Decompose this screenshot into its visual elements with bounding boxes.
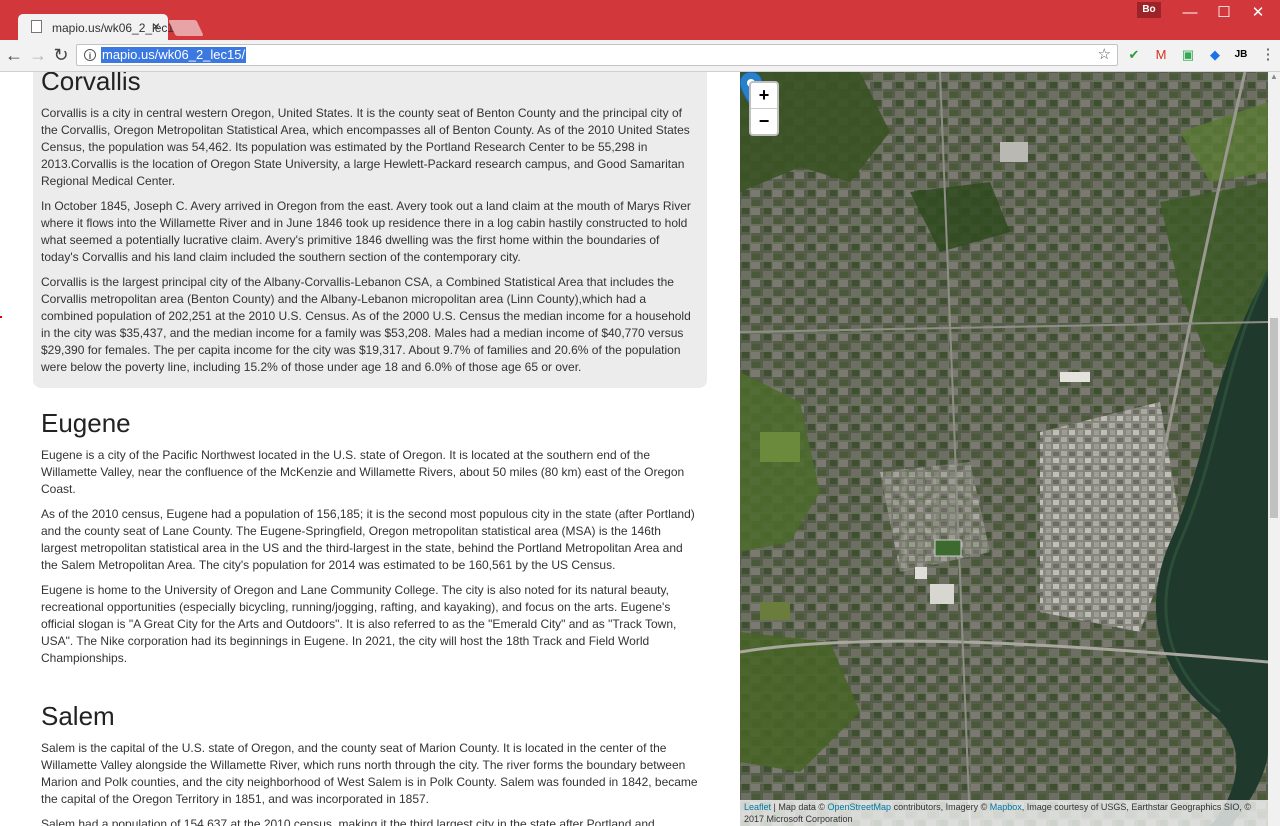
gmail-extension-icon[interactable]: M: [1153, 47, 1169, 63]
paragraph: Corvallis is a city in central western O…: [41, 106, 690, 188]
page-content: Corvallis Corvallis is a city in central…: [0, 72, 740, 826]
satellite-imagery: [740, 72, 1268, 826]
paragraph: Salem is the capital of the U.S. state o…: [41, 741, 698, 806]
section-title: Eugene: [41, 408, 131, 438]
back-arrow-icon[interactable]: ←: [3, 44, 25, 66]
browser-menu-icon[interactable]: ⋮: [1260, 47, 1276, 63]
bookmark-star-icon[interactable]: ☆: [1098, 45, 1111, 63]
edge-marker: [0, 316, 2, 318]
section-corvallis[interactable]: Corvallis Corvallis is a city in central…: [33, 72, 707, 388]
forward-arrow-icon[interactable]: →: [27, 44, 49, 66]
blue-extension-icon[interactable]: ◆: [1207, 47, 1223, 63]
paragraph: Salem had a population of 154,637 at the…: [41, 817, 655, 826]
paragraph: As of the 2010 census, Eugene had a popu…: [41, 507, 695, 572]
checkmark-extension-icon[interactable]: ✔: [1126, 47, 1142, 63]
page-favicon-icon: [31, 20, 42, 33]
paragraph: Corvallis is the largest principal city …: [41, 275, 691, 374]
openstreetmap-link[interactable]: OpenStreetMap: [828, 802, 892, 812]
browser-toolbar: ← → ↻ i mapio.us/wk06_2_lec15/ ☆: [0, 40, 1280, 72]
address-bar[interactable]: i mapio.us/wk06_2_lec15/ ☆: [76, 44, 1118, 66]
attribution-text: contributors, Imagery ©: [891, 802, 990, 812]
browser-title-bar: mapio.us/wk06_2_lec15/ × Bo — ☐ ✕: [0, 0, 1280, 40]
satellite-map[interactable]: + − Leaflet | Map data © OpenStreetMap c…: [740, 72, 1268, 826]
paragraph: Eugene is home to the University of Oreg…: [41, 583, 677, 665]
leaflet-link[interactable]: Leaflet: [744, 802, 771, 812]
zoom-control: + −: [749, 81, 779, 136]
browser-tab[interactable]: mapio.us/wk06_2_lec15/ ×: [18, 14, 184, 40]
attribution-text: | Map data ©: [771, 802, 828, 812]
section-eugene[interactable]: Eugene Eugene is a city of the Pacific N…: [33, 408, 707, 675]
section-title: Corvallis: [41, 72, 141, 96]
paragraph: Eugene is a city of the Pacific Northwes…: [41, 448, 685, 496]
tab-title: mapio.us/wk06_2_lec15/: [52, 21, 185, 35]
map-attribution: Leaflet | Map data © OpenStreetMap contr…: [740, 800, 1268, 826]
paragraph: In October 1845, Joseph C. Avery arrived…: [41, 199, 691, 264]
section-title: Salem: [41, 701, 115, 731]
profile-badge[interactable]: Bo: [1137, 2, 1161, 18]
zoom-out-button[interactable]: −: [751, 109, 777, 134]
zoom-in-button[interactable]: +: [751, 83, 777, 109]
tab-close-icon[interactable]: ×: [152, 18, 160, 34]
url-text[interactable]: mapio.us/wk06_2_lec15/: [101, 47, 247, 63]
mapbox-link[interactable]: Mapbox: [990, 802, 1022, 812]
close-window-button[interactable]: ✕: [1236, 2, 1280, 24]
reload-icon[interactable]: ↻: [50, 44, 72, 66]
page-scrollbar[interactable]: ▲: [1268, 72, 1280, 826]
green-extension-icon[interactable]: ▣: [1180, 47, 1196, 63]
section-salem[interactable]: Salem Salem is the capital of the U.S. s…: [33, 701, 707, 826]
site-info-icon[interactable]: i: [84, 49, 96, 61]
scrollbar-thumb[interactable]: [1270, 318, 1278, 518]
jb-extension-icon[interactable]: JB: [1233, 47, 1249, 63]
scroll-up-arrow-icon[interactable]: ▲: [1270, 72, 1278, 81]
